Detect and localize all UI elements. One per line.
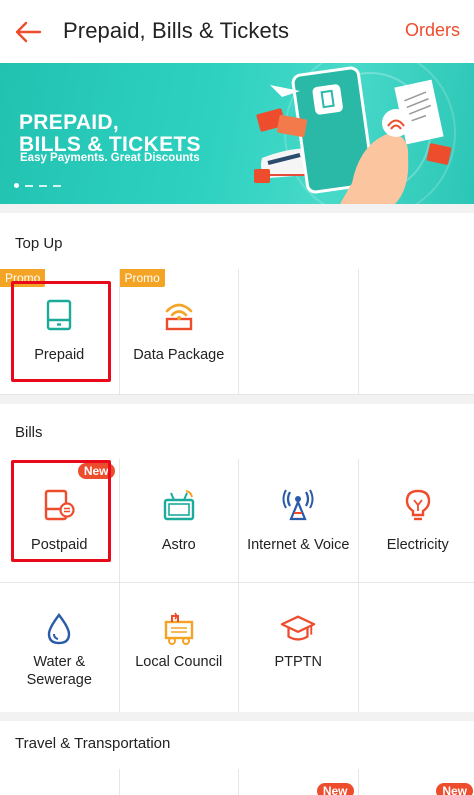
travel-grid: New New [0,769,474,795]
carousel-dot-active [14,183,19,188]
banner-title: PREPAID, BILLS & TICKETS [19,112,201,156]
tile-local-council[interactable]: Local Council [119,583,238,712]
tile-astro[interactable]: Astro [119,459,238,582]
tile-label: Local Council [135,654,223,670]
orders-link[interactable]: Orders [405,20,460,41]
tile-label-line2: Sewerage [26,672,92,688]
graduation-cap-icon [280,611,316,647]
back-button[interactable] [10,14,46,50]
tile-internet-voice[interactable]: Internet & Voice [239,459,358,582]
council-icon [161,611,197,647]
tile-label-line1: Water & [33,654,86,670]
lightbulb-icon [400,487,436,523]
tile-travel[interactable]: New [239,769,358,795]
tile-data-package[interactable]: Promo Data Package [119,269,238,394]
antenna-icon [280,487,316,523]
tile-label: PTPTN [274,654,323,670]
section-header-travel: Travel & Transportation [0,721,474,769]
tile-label: Prepaid [34,347,85,363]
carousel-dot [25,184,33,187]
back-arrow-icon [15,21,42,43]
tile-label: Data Package [133,347,225,363]
tile-label: Astro [161,537,196,553]
promo-badge: Promo [0,269,46,287]
tile-ptptn[interactable]: PTPTN [239,583,358,712]
tile-label: Postpaid [31,537,88,553]
section-header-bills: Bills [0,404,474,459]
postpaid-icon [41,487,77,523]
section-title: Top Up [15,235,63,252]
new-badge: New [316,783,354,795]
carousel-indicator [14,183,61,188]
section-header-top-up: Top Up [0,213,474,269]
promo-banner[interactable]: PREPAID, BILLS & TICKETS Easy Payments. … [0,63,474,204]
carousel-dot [39,184,47,187]
promo-badge: Promo [119,269,165,287]
page-title: Prepaid, Bills & Tickets [63,18,290,43]
banner-tagline: Easy Payments. Great Discounts [20,152,200,164]
app-header: Prepaid, Bills & Tickets Orders [0,0,474,63]
wifi-icon [161,297,197,333]
tv-icon [161,487,197,523]
tile-label: Water & Sewerage [0,653,119,689]
tile-label: Internet & Voice [247,537,350,553]
tile-empty [358,583,474,712]
new-badge: New [77,463,115,479]
top-up-grid: Promo Prepaid Promo Data Package [0,269,474,395]
tile-empty [239,269,358,394]
tile-prepaid[interactable]: Promo Prepaid [0,269,119,394]
carousel-dot [53,184,61,187]
tile-postpaid[interactable]: New Postpaid [0,459,119,582]
tile-label: Electricity [386,537,449,553]
tile-empty [358,269,474,394]
phone-icon [41,297,77,333]
section-title: Travel & Transportation [15,735,171,752]
tile-travel[interactable] [119,769,238,795]
tile-water-sewerage[interactable]: Water & Sewerage [0,583,119,712]
new-badge: New [436,783,473,795]
tile-travel[interactable] [0,769,119,795]
bills-grid: New Postpaid Astro Internet & Voice Elec… [0,459,474,712]
tile-electricity[interactable]: Electricity [358,459,474,582]
section-title: Bills [15,424,43,441]
water-drop-icon [41,611,77,647]
banner-title-line1: PREPAID, [19,111,120,134]
tile-travel[interactable]: New [358,769,474,795]
